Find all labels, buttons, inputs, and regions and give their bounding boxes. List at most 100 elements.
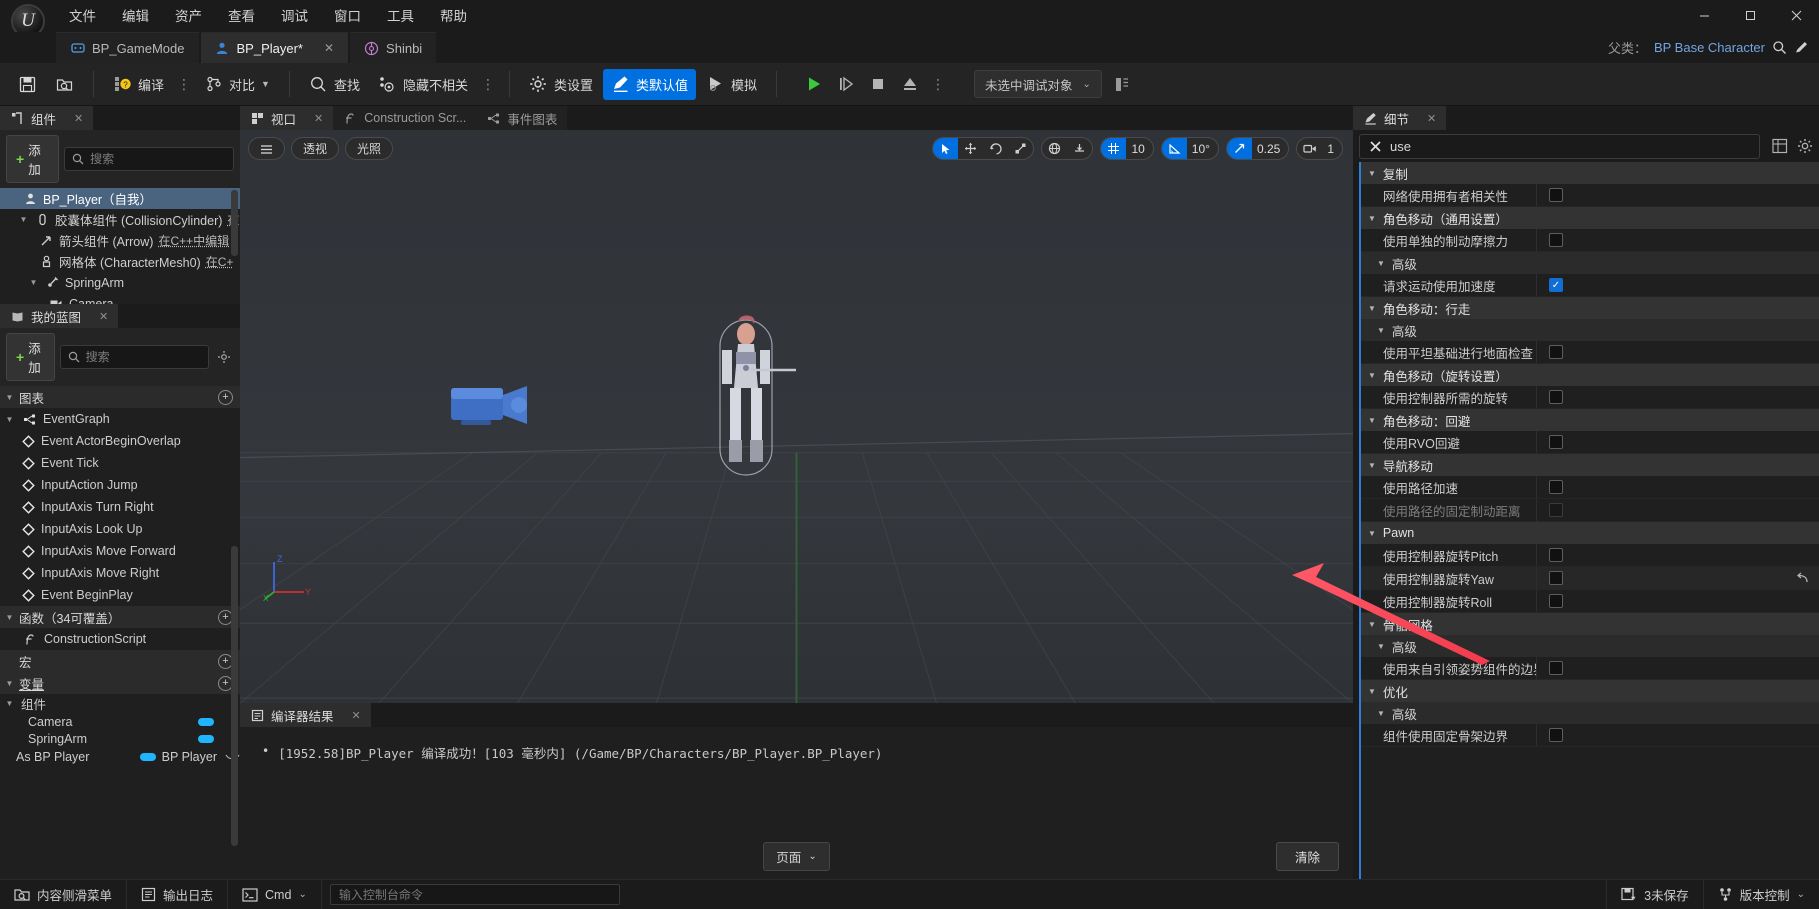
close-icon[interactable]: ✕: [352, 709, 361, 722]
debug-object-selector[interactable]: 未选中调试对象 ⌄: [974, 70, 1102, 98]
twisty[interactable]: ▼: [4, 415, 15, 424]
property-row[interactable]: 使用控制器所需的旋转: [1361, 386, 1819, 409]
grid-snap-value[interactable]: 10: [1126, 142, 1152, 156]
section-graphs[interactable]: ▼ 图表 +: [0, 386, 240, 408]
section-macros[interactable]: 宏 +: [0, 650, 240, 672]
page-selector-button[interactable]: 页面 ⌄: [763, 842, 830, 871]
eject-button[interactable]: [896, 70, 924, 98]
console-command-input[interactable]: [338, 887, 611, 902]
grid-view-icon[interactable]: [1772, 138, 1788, 154]
details-category[interactable]: ▼ 角色移动（旋转设置）: [1361, 364, 1819, 386]
twisty[interactable]: ▼: [28, 278, 39, 287]
list-item[interactable]: InputAxis Turn Right: [0, 496, 240, 518]
tab-compiler-results[interactable]: 编译器结果 ✕: [240, 703, 371, 727]
step-button[interactable]: [832, 70, 860, 98]
property-row[interactable]: 使用路径加速: [1361, 476, 1819, 499]
variable-row[interactable]: As BP Player BP Player: [0, 747, 240, 766]
compile-button[interactable]: ? 编译: [105, 69, 172, 100]
tree-row[interactable]: ▼ SpringArm: [0, 272, 240, 293]
checkbox[interactable]: [1549, 435, 1563, 449]
hide-unrelated-button[interactable]: 隐藏不相关: [370, 69, 476, 100]
angle-snap-icon[interactable]: [1161, 138, 1187, 159]
checkbox[interactable]: [1549, 571, 1563, 585]
simulate-button[interactable]: 模拟: [698, 69, 765, 100]
variable-row[interactable]: Camera: [0, 713, 240, 730]
tree-row[interactable]: 网格体 (CharacterMesh0) 在C+: [0, 251, 240, 272]
details-category[interactable]: ▼ 角色移动：回避: [1361, 409, 1819, 431]
tab-details[interactable]: 细节 ✕: [1353, 106, 1447, 130]
tab-viewport[interactable]: 视口 ✕: [240, 106, 334, 130]
property-row[interactable]: 组件使用固定骨架边界: [1361, 724, 1819, 747]
camera-speed-icon[interactable]: [1297, 138, 1322, 159]
tab-construction-script[interactable]: Construction Scr...: [333, 106, 477, 130]
tab-my-blueprint[interactable]: 我的蓝图 ✕: [0, 304, 119, 328]
close-button[interactable]: [1773, 0, 1819, 30]
content-drawer-button[interactable]: 内容侧滑菜单: [0, 880, 128, 909]
scale-snap-icon[interactable]: [1226, 138, 1252, 159]
rotate-gizmo-icon[interactable]: [983, 138, 1008, 159]
checkbox[interactable]: [1549, 728, 1563, 742]
details-category[interactable]: ▼ 角色移动：行走: [1361, 297, 1819, 319]
play-button[interactable]: [800, 70, 828, 98]
my-blueprint-scrollbar[interactable]: [231, 546, 238, 846]
twisty[interactable]: ▼: [4, 613, 15, 622]
checkbox[interactable]: [1549, 233, 1563, 247]
checkbox[interactable]: [1549, 480, 1563, 494]
details-subcategory[interactable]: ▼ 高级: [1361, 319, 1819, 341]
checkbox[interactable]: ✓: [1549, 278, 1563, 292]
section-functions[interactable]: ▼ 函数（34可覆盖） +: [0, 606, 240, 628]
viewport-3d[interactable]: Z Y X 透视 光照 10 10° 0.25 1: [240, 130, 1353, 703]
cursor-select-icon[interactable]: [933, 138, 959, 159]
details-category[interactable]: ▼ 优化: [1361, 680, 1819, 702]
output-log-button[interactable]: 输出日志: [127, 880, 229, 909]
clear-results-button[interactable]: 清除: [1275, 842, 1339, 871]
gear-icon[interactable]: [214, 350, 234, 364]
tab-components[interactable]: 组件 ✕: [0, 106, 94, 130]
checkbox[interactable]: [1549, 345, 1563, 359]
menu-file[interactable]: 文件: [56, 4, 109, 30]
list-item[interactable]: Event ActorBeginOverlap: [0, 430, 240, 452]
my-blueprint-search-input[interactable]: [85, 350, 201, 364]
details-subcategory[interactable]: ▼ 高级: [1361, 635, 1819, 657]
clear-x-icon[interactable]: [1369, 140, 1382, 153]
my-blueprint-search-box[interactable]: [59, 345, 209, 369]
debug-filter-icon[interactable]: [1114, 76, 1131, 93]
add-graph-button[interactable]: +: [218, 389, 233, 405]
twisty[interactable]: ▼: [4, 393, 15, 402]
result-message-row[interactable]: • [1952.58]BP_Player 编译成功！[103 毫秒内] (/Ga…: [240, 741, 1353, 762]
tab-event-graph[interactable]: 事件图表: [476, 106, 568, 130]
menu-debug[interactable]: 调试: [268, 4, 321, 30]
surface-snap-icon[interactable]: [1067, 138, 1092, 159]
menu-window[interactable]: 窗口: [321, 4, 374, 30]
list-item[interactable]: Event BeginPlay: [0, 584, 240, 606]
stop-button[interactable]: [864, 70, 892, 98]
diff-button[interactable]: 对比 ▼: [196, 69, 278, 100]
world-space-icon[interactable]: [1042, 138, 1067, 159]
list-item[interactable]: InputAction Jump: [0, 474, 240, 496]
source-control-button[interactable]: 版本控制 ⌄: [1702, 880, 1819, 909]
list-item[interactable]: InputAxis Move Right: [0, 562, 240, 584]
checkbox[interactable]: [1549, 548, 1563, 562]
viewport-options-button[interactable]: [248, 137, 285, 160]
add-component-button[interactable]: + 添加: [6, 135, 60, 183]
details-search-box[interactable]: [1359, 134, 1760, 159]
close-icon[interactable]: ✕: [1427, 112, 1436, 125]
menu-view[interactable]: 查看: [215, 4, 268, 30]
tree-row[interactable]: ▼ 胶囊体组件 (CollisionCylinder) 在: [0, 209, 240, 230]
save-button[interactable]: [10, 69, 45, 100]
tree-row[interactable]: BP_Player（自我）: [0, 188, 240, 209]
components-search-box[interactable]: [64, 147, 234, 171]
parent-class-value[interactable]: BP Base Character: [1654, 40, 1765, 55]
class-settings-button[interactable]: 类设置: [521, 69, 601, 100]
close-icon[interactable]: ✕: [99, 310, 108, 323]
add-blueprint-item-button[interactable]: + 添加: [6, 333, 55, 381]
list-item[interactable]: InputAxis Look Up: [0, 518, 240, 540]
tab-bp-gamemode[interactable]: BP_GameMode: [56, 32, 199, 63]
find-button[interactable]: 查找: [301, 69, 368, 100]
twisty[interactable]: ▼: [18, 215, 29, 224]
close-icon[interactable]: ✕: [314, 112, 323, 125]
details-category[interactable]: ▼ Pawn: [1361, 522, 1819, 544]
property-row[interactable]: 请求运动使用加速度 ✓: [1361, 274, 1819, 297]
play-options-icon[interactable]: ⋮: [928, 76, 948, 93]
property-row[interactable]: 使用RVO回避: [1361, 431, 1819, 454]
